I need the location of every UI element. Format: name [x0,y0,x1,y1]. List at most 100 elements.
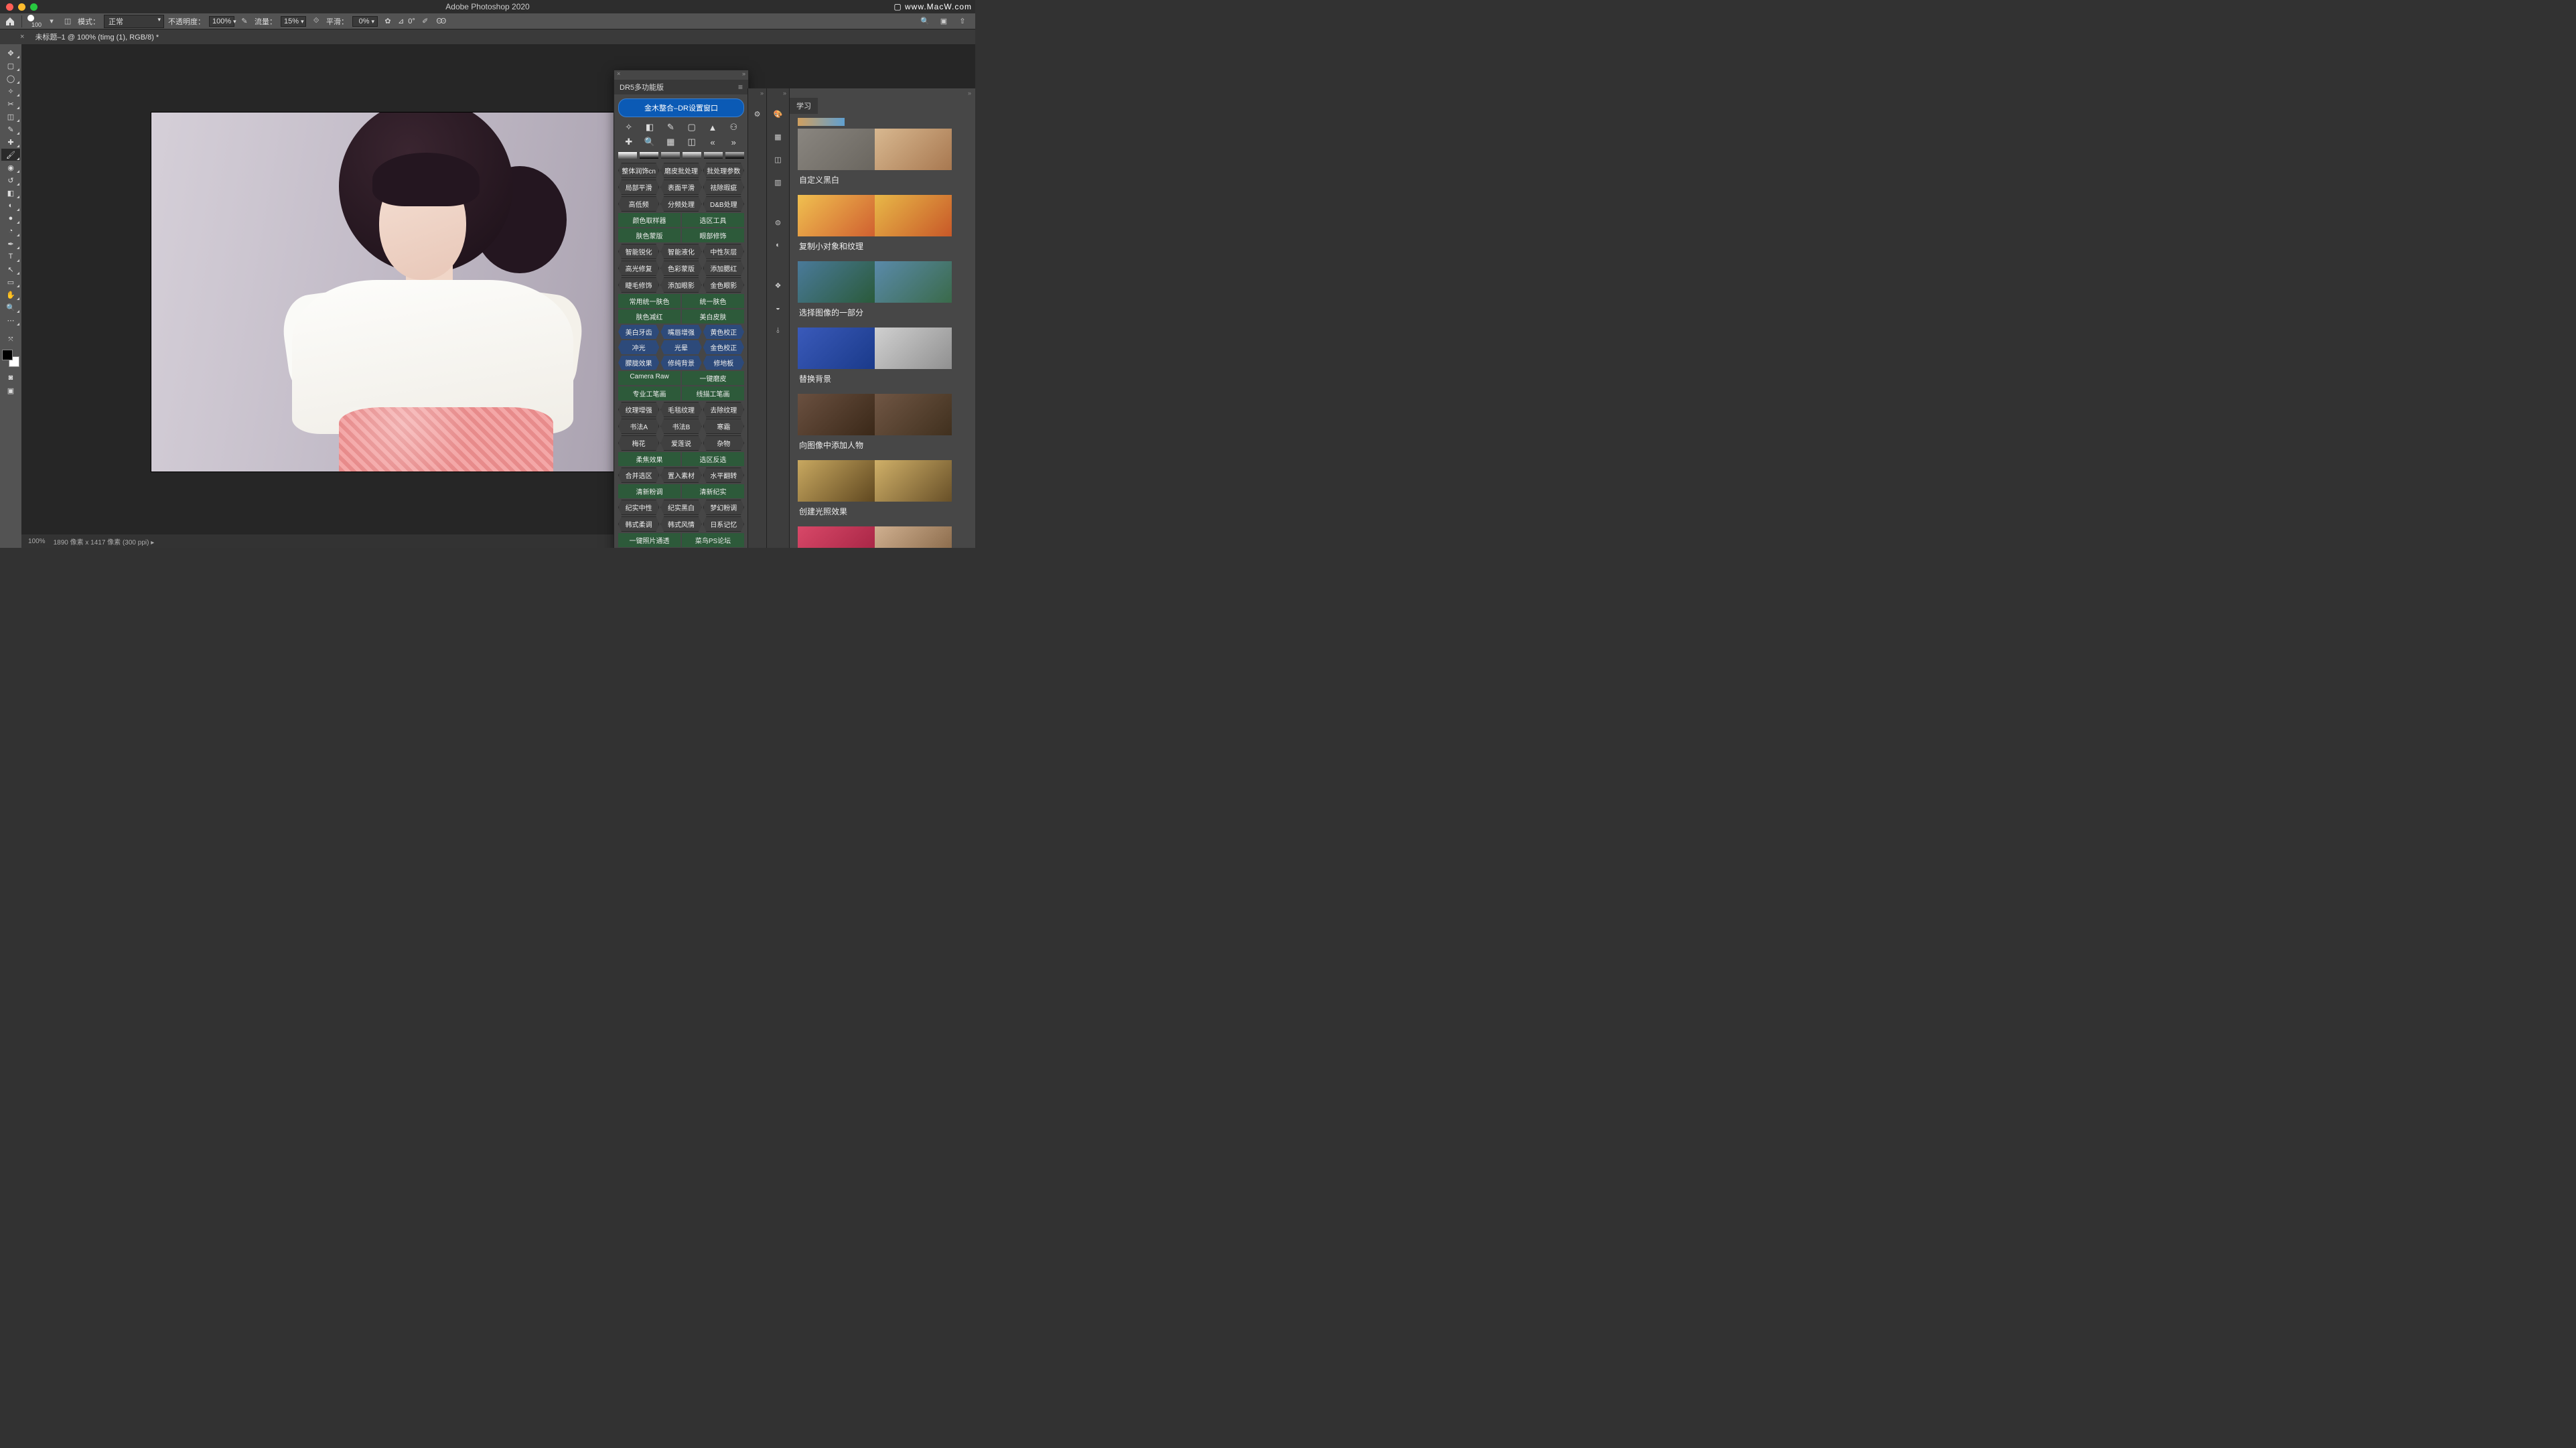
gradient-swatch[interactable] [683,152,701,159]
adjustments-panel-icon[interactable]: ⊜ [771,216,786,229]
layers-panel-icon[interactable]: ❖ [771,279,786,292]
dr5-action-button[interactable]: 清新纪实 [682,484,744,498]
dr5-settings-button[interactable]: 金木整合–DR设置窗口 [618,98,744,117]
brush-tool[interactable]: 🖌 [1,149,20,161]
dr5-action-button[interactable]: 专业工笔画 [618,386,681,401]
symmetry-icon[interactable]: Ꙭ [435,15,447,27]
workspace-icon[interactable]: ▣ [938,15,950,27]
gradient-tool[interactable]: ◐ [1,200,20,212]
dr5-action-button[interactable]: 修纯背景 [660,356,701,370]
dr5-action-button[interactable]: 磨皮批处理 [660,163,701,178]
brush-picker-chevron-icon[interactable]: ▾ [46,15,58,27]
dr5-tool-healing-icon[interactable]: ✚ [622,136,636,148]
marquee-tool[interactable]: ▢ [1,60,20,72]
dr5-action-button[interactable]: 常用统一肤色 [618,294,681,308]
dr5-action-button[interactable]: 批处理参数 [703,163,744,178]
wand-tool[interactable]: ✧ [1,85,20,97]
canvas[interactable] [151,113,630,472]
dr5-action-button[interactable]: 日系记忆 [703,516,744,532]
opacity-input[interactable]: 100% [209,16,234,27]
dr5-arrow-right-icon[interactable]: » [727,136,740,148]
share-icon[interactable]: ⇧ [956,15,969,27]
patterns-panel-icon[interactable]: ▥ [771,175,786,189]
swatches-panel-icon[interactable]: ▦ [771,130,786,143]
home-button[interactable] [4,15,16,27]
dr5-action-button[interactable]: 美白皮肤 [682,309,744,323]
dr5-action-button[interactable]: 添加腮红 [703,261,744,276]
pressure-size-icon[interactable]: ✐ [419,15,431,27]
frame-tool[interactable]: ◫ [1,111,20,123]
dr5-tool-zoom-icon[interactable]: 🔍 [643,136,656,148]
fg-color[interactable] [2,350,13,360]
dr5-action-button[interactable]: 书法A [618,419,659,434]
dr5-action-button[interactable]: 表面平滑 [660,179,701,195]
airbrush-icon[interactable]: ⟐ [310,15,322,27]
dr5-action-button[interactable]: 添加眼影 [660,277,701,293]
screen-mode-icon[interactable]: ▣ [1,384,20,396]
dr5-action-button[interactable]: 光晕 [660,340,701,354]
dr5-action-button[interactable]: 选区反选 [682,452,744,466]
dr5-action-button[interactable]: 高光修复 [618,261,659,276]
dr5-tool-film-icon[interactable]: ▦ [664,136,677,148]
dr5-action-button[interactable]: 纪实黑白 [660,500,701,515]
dr5-action-button[interactable]: 韩式柔调 [618,516,659,532]
dr5-action-button[interactable]: 梦幻粉调 [703,500,744,515]
dr5-action-button[interactable]: 祛除瑕疵 [703,179,744,195]
learn-card[interactable]: 向图像中添加人物 [798,394,967,452]
eraser-tool[interactable]: ◧ [1,187,20,199]
window-close[interactable] [6,3,13,11]
panel-menu-icon[interactable]: ≡ [738,82,743,92]
dr5-action-button[interactable]: 睫毛修饰 [618,277,659,293]
dr5-action-button[interactable]: 梅花 [618,435,659,451]
dr5-action-button[interactable]: 柔焦效果 [618,452,681,466]
gradient-swatch[interactable] [725,152,744,159]
tab-close-icon[interactable]: × [20,33,24,41]
dr5-tool-eraser-icon[interactable]: ◧ [643,121,656,133]
dr5-action-button[interactable]: 纹理增强 [618,402,659,417]
dr5-action-button[interactable]: 智能锐化 [618,244,659,259]
smooth-input[interactable]: 0% [352,16,378,27]
dr5-action-button[interactable]: 颜色取样器 [618,213,681,227]
collapse-icon[interactable]: » [790,88,975,98]
window-maximize[interactable] [30,3,38,11]
learn-card[interactable]: 自定义黑白 [798,129,967,187]
dr5-tool-stamp-icon[interactable]: ▲ [706,121,719,133]
dr5-panel[interactable]: ×» DR5多功能版 ≡ 金木整合–DR设置窗口 ✧ ◧ ✎ ▢ ▲ ⚇ ✚ 🔍 [614,70,749,548]
panel-collapse-icon[interactable]: » [742,70,745,80]
dr5-action-button[interactable]: 中性灰层 [703,244,744,259]
move-tool[interactable]: ✥ [1,47,20,59]
panel-close-icon[interactable]: × [617,70,620,80]
dr5-action-button[interactable]: 合并选区 [618,467,659,483]
path-tool[interactable]: ↖ [1,263,20,275]
gradient-swatch[interactable] [640,152,658,159]
more-tool[interactable]: ⋯ [1,314,20,326]
learn-card[interactable]: 创建光照效果 [798,460,967,518]
dr5-tool-person-icon[interactable]: ⚇ [727,121,740,133]
dr5-action-button[interactable]: 分频处理 [660,196,701,212]
dr5-action-button[interactable]: D&B处理 [703,196,744,212]
window-minimize[interactable] [18,3,25,11]
brush-panel-toggle-icon[interactable]: ◫ [62,15,74,27]
learn-card[interactable]: 应用滤镜 [798,526,967,548]
dr5-tool-brush-icon[interactable]: ✎ [664,121,677,133]
doc-info[interactable]: 1890 像素 x 1417 像素 (300 ppi) [54,536,155,547]
dr5-action-button[interactable]: 金色眼影 [703,277,744,293]
shape-tool[interactable]: ▭ [1,276,20,288]
healing-tool[interactable]: ✚ [1,136,20,148]
dr5-action-button[interactable]: 局部平滑 [618,179,659,195]
paths-panel-icon[interactable]: ⫰ [771,324,786,338]
dr5-action-button[interactable]: 肤色蒙版 [618,228,681,242]
dr5-action-button[interactable]: 高低频 [618,196,659,212]
dr5-action-button[interactable]: 眼部修饰 [682,228,744,242]
search-icon[interactable]: 🔍 [919,15,931,27]
styles-panel-icon[interactable]: ◐ [771,238,786,252]
dr5-action-button[interactable]: 统一肤色 [682,294,744,308]
dr5-action-button[interactable]: 置入素材 [660,467,701,483]
dr5-action-button[interactable]: 去除纹理 [703,402,744,417]
zoom-level[interactable]: 100% [28,538,46,545]
dr5-action-button[interactable]: 朦胧效果 [618,356,659,370]
dr5-action-button[interactable]: 修地板 [703,356,744,370]
dr5-tool-marquee-icon[interactable]: ▢ [685,121,699,133]
dr5-action-button[interactable]: 毛毯纹理 [660,402,701,417]
collapse-icon[interactable]: » [760,90,764,96]
